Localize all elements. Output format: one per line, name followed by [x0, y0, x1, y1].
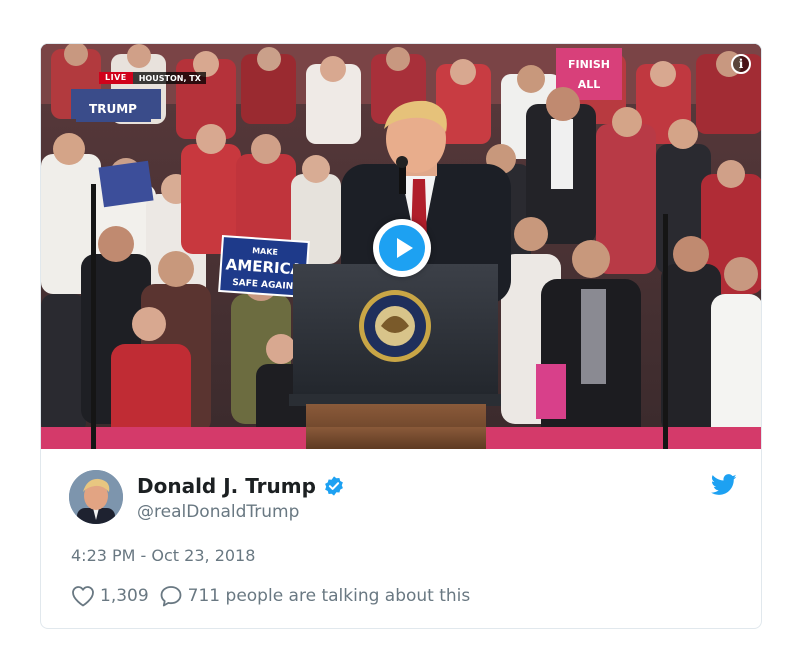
podium	[289, 264, 501, 449]
name-row: Donald J. Trump	[137, 474, 345, 498]
banner-line-2: ALL	[578, 78, 601, 91]
play-button[interactable]	[373, 219, 431, 277]
conversation-button[interactable]: 711 people are talking about this	[159, 585, 471, 607]
play-icon	[397, 238, 413, 258]
crowd-shirt-text: TRUMP	[89, 102, 137, 116]
sign-line-1: MAKE	[252, 246, 278, 257]
like-button[interactable]: 1,309	[71, 585, 149, 607]
speech-bubble-icon	[160, 586, 182, 607]
conversation-text: 711 people are talking about this	[187, 586, 471, 606]
verified-badge-icon	[325, 476, 343, 496]
live-label: LIVE	[99, 72, 133, 84]
tweet-embed-card[interactable]: FINISH ALL TRUMP MAKE AMERICA SAFE AGAIN…	[40, 43, 762, 629]
video-player[interactable]: FINISH ALL TRUMP MAKE AMERICA SAFE AGAIN…	[41, 44, 761, 449]
play-button-circle	[379, 225, 425, 271]
like-count: 1,309	[100, 586, 149, 606]
twitter-bird-icon[interactable]	[711, 474, 737, 496]
tweet-timestamp[interactable]: 4:23 PM - Oct 23, 2018	[71, 546, 255, 565]
banner-line-1: FINISH	[568, 58, 610, 71]
avatar-image	[69, 470, 123, 524]
location-label: HOUSTON, TX	[138, 73, 201, 83]
avatar[interactable]	[69, 470, 123, 524]
live-indicator: LIVE HOUSTON, TX	[99, 72, 206, 84]
tweet-author[interactable]: Donald J. Trump @realDonaldTrump	[69, 470, 739, 526]
author-handle[interactable]: @realDonaldTrump	[137, 502, 299, 522]
author-name[interactable]: Donald J. Trump	[137, 474, 316, 498]
heart-icon	[72, 586, 94, 607]
tweet-actions: 1,309 711 people are talking about this	[71, 585, 480, 607]
info-icon[interactable]: i	[731, 54, 751, 74]
